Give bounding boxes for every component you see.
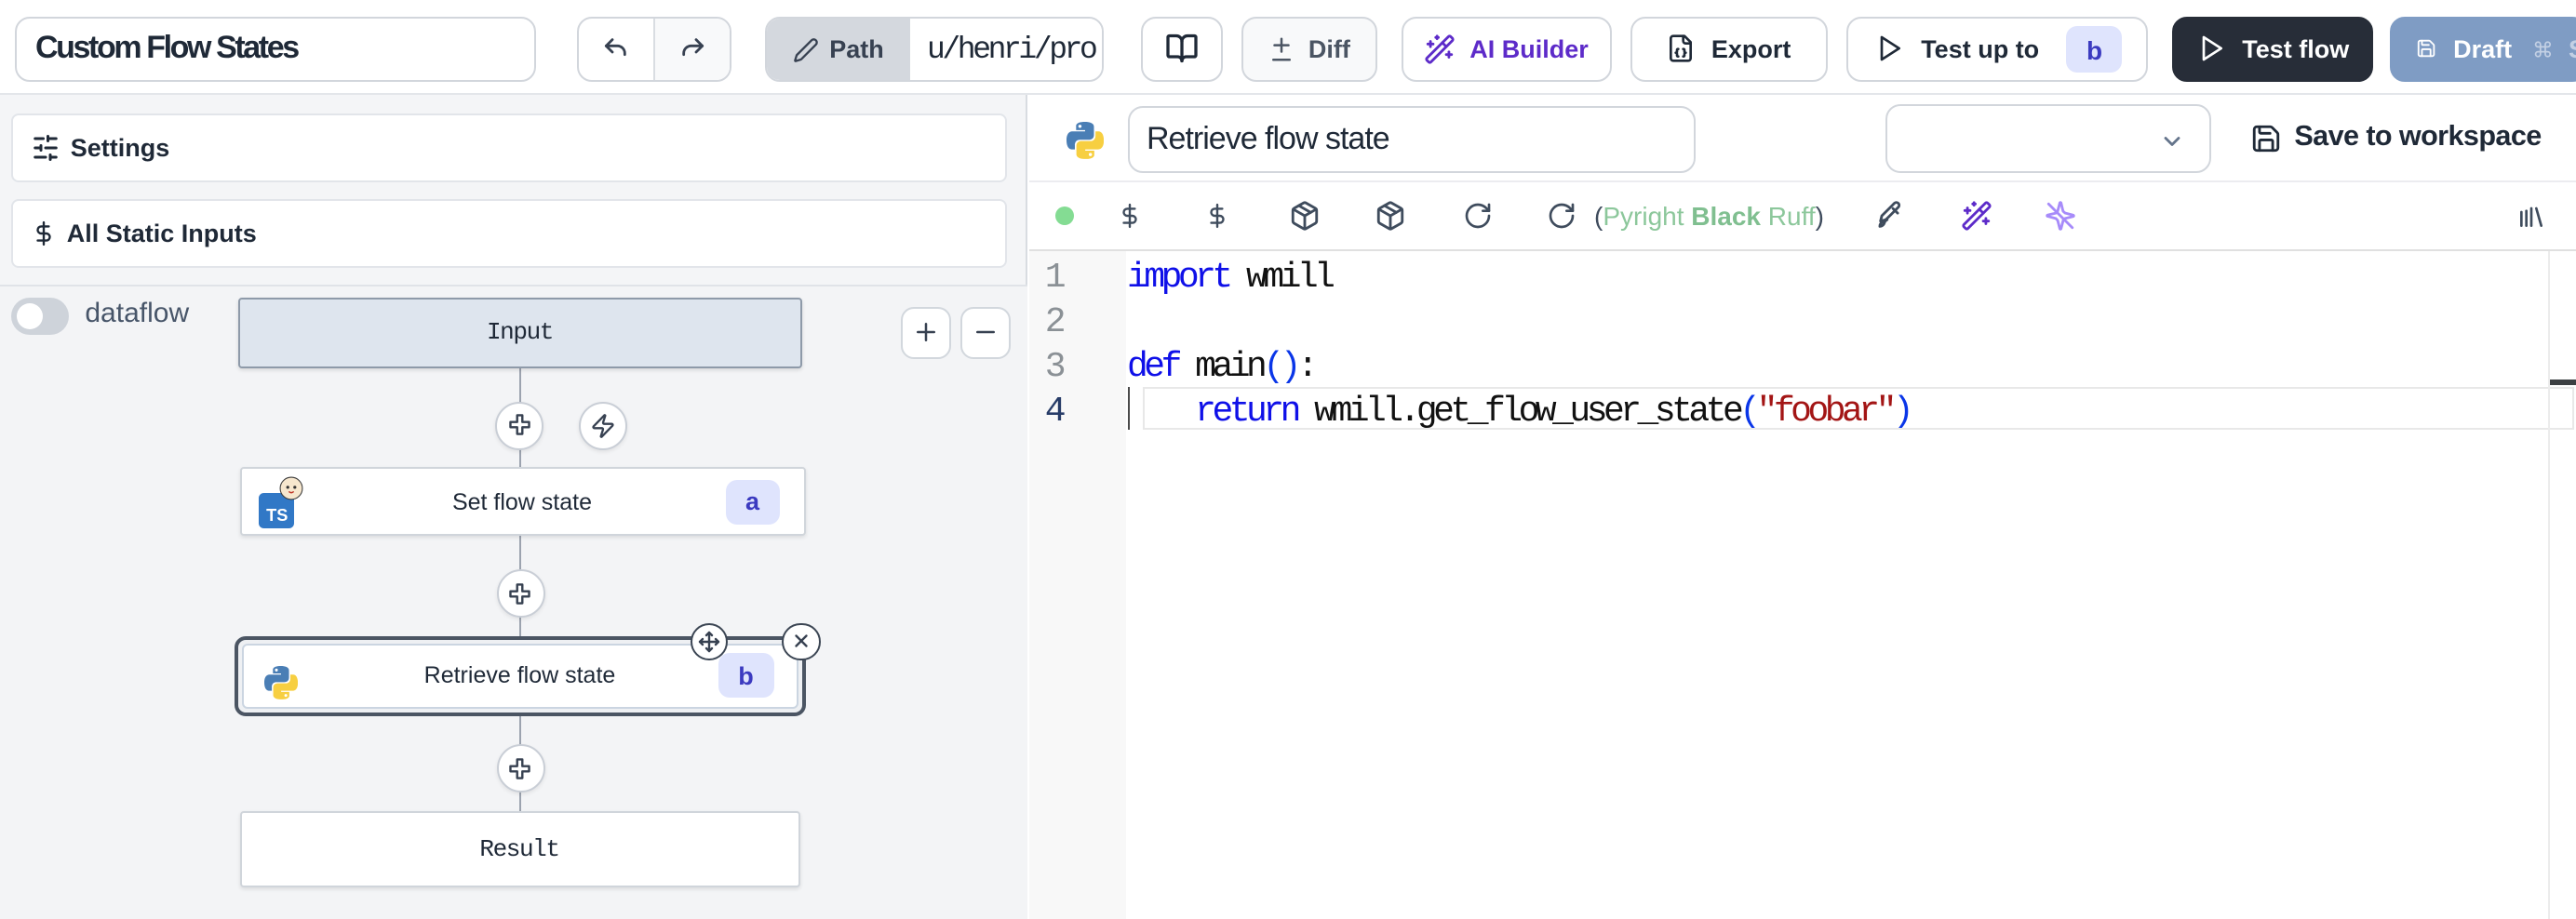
svg-text:TS: TS xyxy=(265,507,287,526)
